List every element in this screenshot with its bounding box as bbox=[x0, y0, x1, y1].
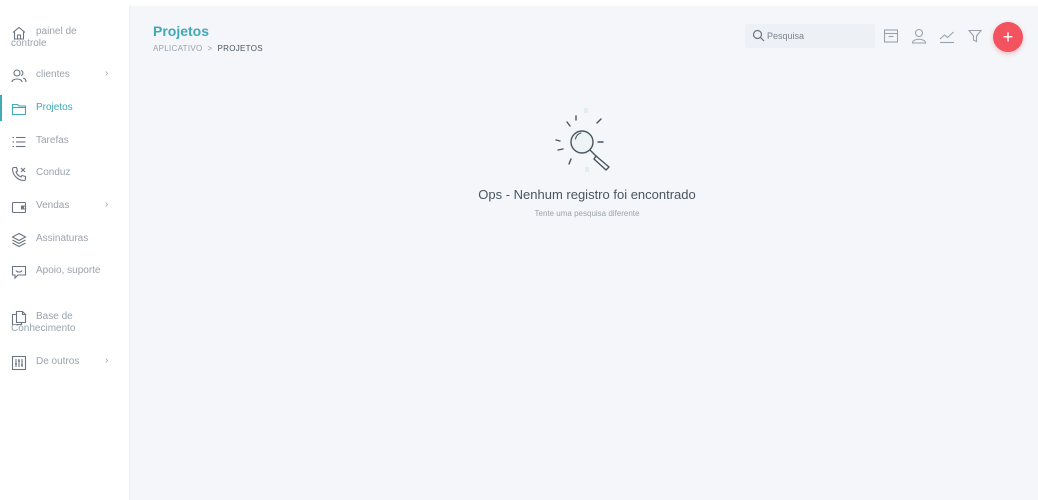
sidebar-item-label: De outros bbox=[36, 356, 80, 367]
chevron-right-icon: › bbox=[105, 199, 109, 210]
sidebar-item-label: painel de controle bbox=[11, 26, 77, 49]
sidebar-item-label: Assinaturas bbox=[36, 233, 89, 244]
breadcrumb: APLICATIVO > PROJETOS bbox=[153, 44, 263, 54]
archive-icon bbox=[882, 27, 900, 45]
breadcrumb-separator: > bbox=[207, 44, 213, 53]
sidebar-item-label: Tarefas bbox=[36, 135, 69, 146]
chart-button[interactable] bbox=[938, 27, 956, 45]
search-icon bbox=[752, 29, 765, 42]
breadcrumb-current: PROJETOS bbox=[217, 44, 263, 53]
breadcrumb-root[interactable]: APLICATIVO bbox=[153, 44, 203, 53]
archive-button[interactable] bbox=[882, 27, 900, 45]
sidebar-item-label: Conduz bbox=[36, 167, 71, 178]
sidebar-item-label: Vendas bbox=[36, 200, 70, 211]
add-project-button[interactable]: + bbox=[993, 22, 1023, 52]
chart-icon bbox=[938, 27, 956, 45]
user-icon bbox=[910, 27, 928, 45]
sidebar-item-label: clientes bbox=[36, 69, 70, 80]
filter-button[interactable] bbox=[966, 27, 984, 45]
page-title: Projetos bbox=[153, 23, 210, 39]
sidebar: painel de controle clientes › Projetos T… bbox=[0, 6, 130, 500]
search-input[interactable] bbox=[767, 28, 867, 44]
user-button[interactable] bbox=[910, 27, 928, 45]
empty-state-subtitle: Tente uma pesquisa diferente bbox=[534, 209, 640, 218]
search-box[interactable] bbox=[745, 24, 875, 48]
sidebar-item-label: Apoio, suporte bbox=[36, 265, 101, 276]
top-strip bbox=[0, 0, 1038, 6]
empty-search-illustration bbox=[553, 106, 619, 176]
sidebar-item-label: Projetos bbox=[36, 102, 73, 113]
filter-icon bbox=[966, 27, 984, 45]
chevron-right-icon: › bbox=[105, 355, 109, 366]
sidebar-item-label: Base de Conhecimento bbox=[11, 311, 76, 334]
empty-state-title: Ops - Nenhum registro foi encontrado bbox=[478, 187, 696, 202]
chevron-right-icon: › bbox=[105, 68, 109, 79]
plus-icon: + bbox=[1002, 27, 1014, 47]
